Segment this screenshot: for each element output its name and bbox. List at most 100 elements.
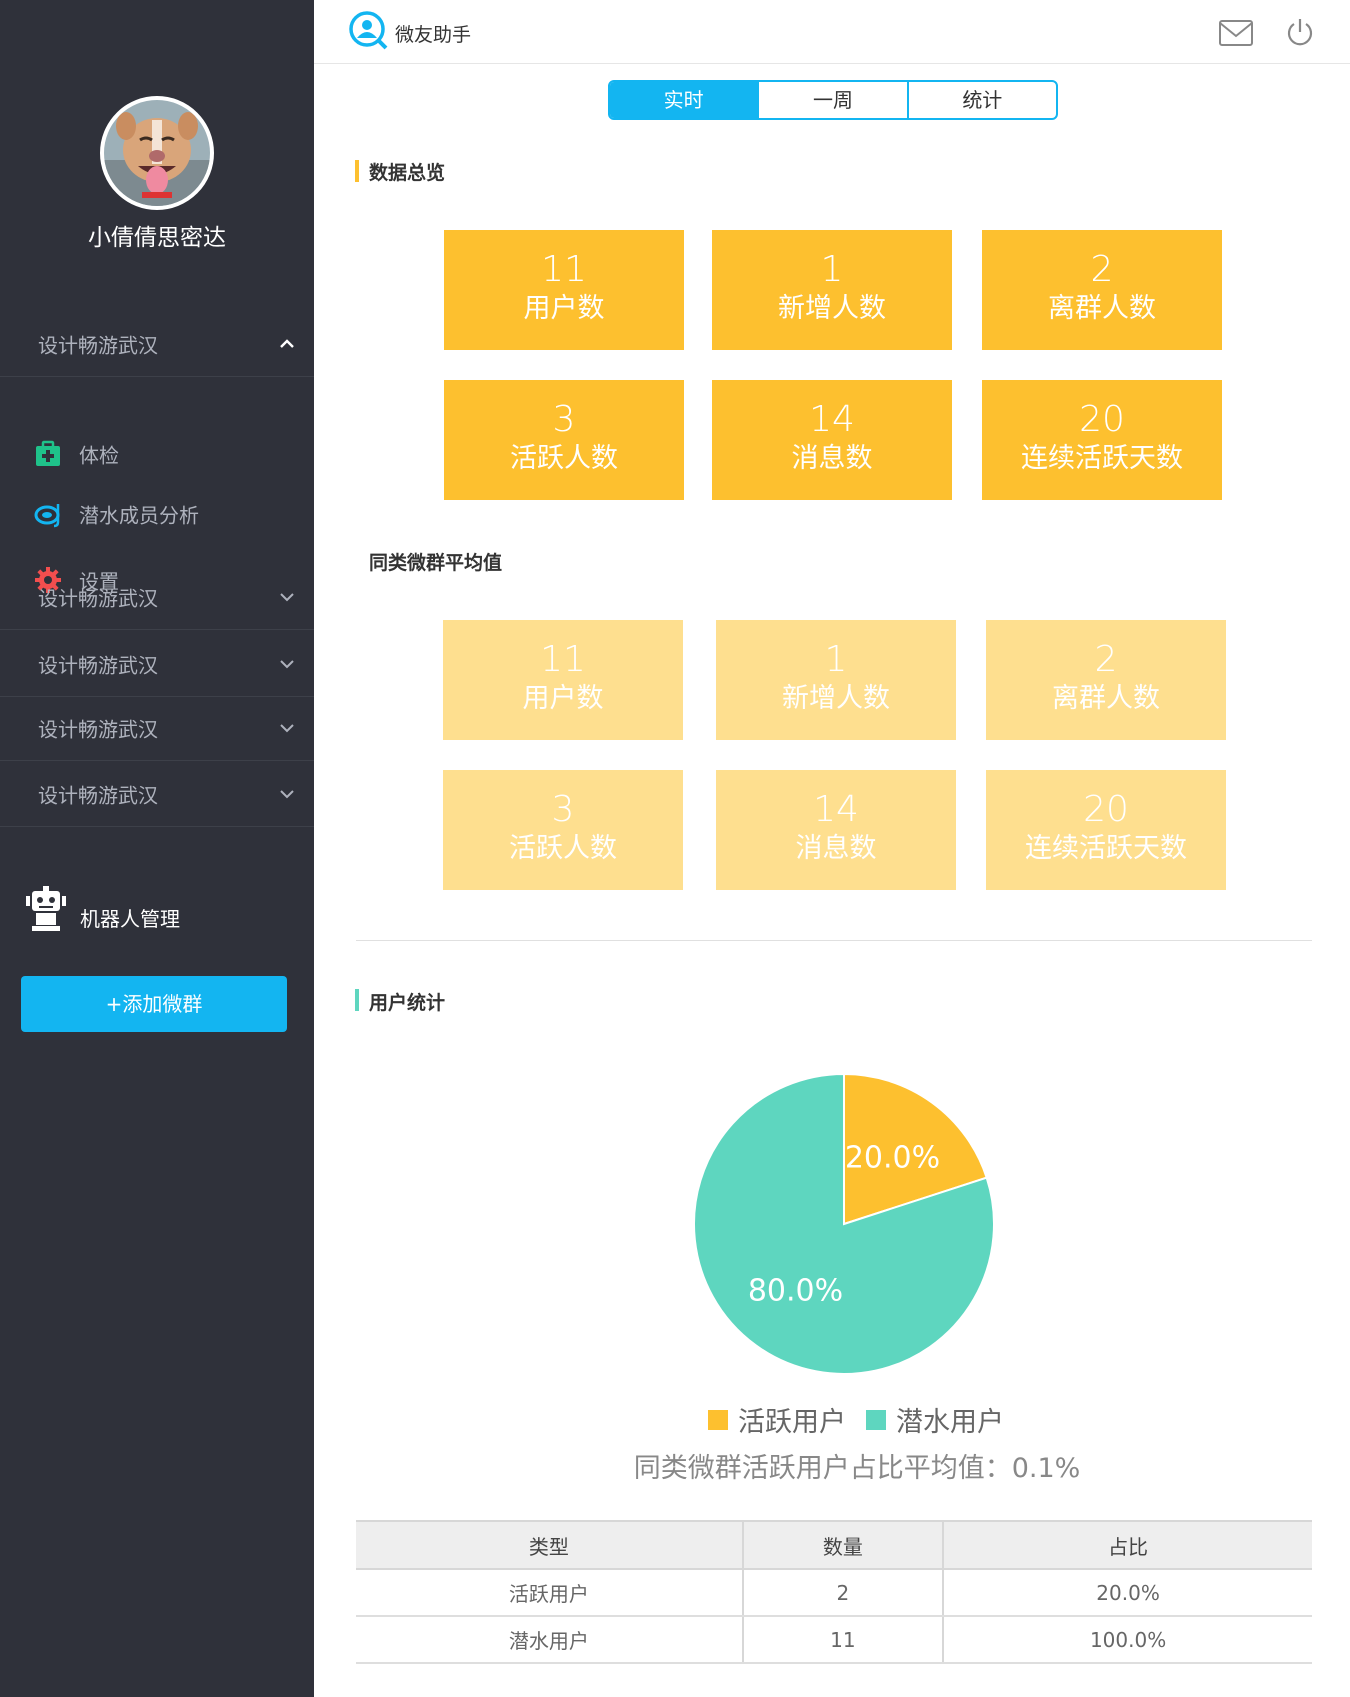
view-tabs: 实时 一周 统计 [608, 80, 1058, 120]
first-aid-icon [36, 440, 60, 466]
stat-label: 连续活跃天数 [1025, 833, 1187, 864]
table-cell: 20.0% [942, 1569, 1312, 1617]
stat-label: 用户数 [523, 293, 605, 324]
sidebar-item-checkup[interactable]: 体检 [0, 424, 314, 484]
table-cell: 100.0% [942, 1616, 1312, 1664]
table-cell: 2 [741, 1569, 944, 1617]
dog-avatar-image [104, 100, 210, 206]
average-title: 同类微群平均值 [369, 552, 503, 574]
avg-stat-card: 20 连续活跃天数 [986, 770, 1226, 890]
chevron-down-icon [280, 592, 294, 601]
stat-value: 20 [1083, 789, 1129, 830]
legend-swatch [866, 1409, 886, 1430]
chevron-down-icon [280, 659, 294, 668]
stat-value: 20 [1079, 399, 1125, 440]
pie-label-1: 80.0% [748, 1274, 843, 1309]
table-cell: 潜水用户 [356, 1616, 743, 1664]
nav-group-label: 设计畅游武汉 [38, 717, 158, 741]
robot-management-link[interactable]: 机器人管理 [80, 903, 180, 932]
stat-value: 3 [552, 399, 576, 440]
stat-value: 11 [541, 249, 587, 290]
stat-label: 新增人数 [782, 683, 890, 714]
stat-label: 用户数 [522, 683, 604, 714]
legend-label: 活跃用户 [738, 1407, 846, 1438]
pie-label-0: 20.0% [845, 1140, 940, 1175]
legend-swatch [708, 1409, 728, 1430]
stat-value: 3 [551, 789, 575, 830]
stat-card: 11 用户数 [444, 230, 684, 350]
table-cell: 活跃用户 [356, 1569, 743, 1617]
nav-group-label: 设计畅游武汉 [38, 653, 158, 677]
table-row: 潜水用户 11 100.0% [356, 1616, 1312, 1664]
table-row: 活跃用户 2 20.0% [356, 1569, 1312, 1617]
stat-label: 活跃人数 [510, 443, 618, 474]
stat-label: 消息数 [791, 443, 873, 474]
stat-card: 1 新增人数 [712, 230, 952, 350]
nav-group-5[interactable]: 设计畅游武汉 [0, 761, 314, 827]
tab-stats[interactable]: 统计 [909, 82, 1056, 118]
nav-group-label: 设计畅游武汉 [38, 333, 158, 357]
nav-group-1[interactable]: 设计畅游武汉 [0, 311, 314, 377]
stat-card: 3 活跃人数 [444, 380, 684, 500]
legend-item-active[interactable]: 活跃用户 [708, 1400, 846, 1439]
stat-label: 离群人数 [1048, 293, 1156, 324]
add-group-button[interactable]: +添加微群 [21, 976, 287, 1032]
tab-realtime[interactable]: 实时 [610, 82, 760, 118]
section-marker [355, 989, 359, 1011]
stat-value: 2 [1090, 249, 1114, 290]
app-title: 微友助手 [395, 24, 472, 46]
nav-group-3[interactable]: 设计畅游武汉 [0, 631, 314, 697]
mail-icon[interactable] [1218, 18, 1254, 48]
chevron-down-icon [280, 723, 294, 732]
stat-label: 新增人数 [778, 293, 886, 324]
stat-label: 活跃人数 [509, 833, 617, 864]
user-pie-chart: 20.0% 80.0% [693, 1072, 995, 1375]
legend-item-lurker[interactable]: 潜水用户 [866, 1400, 1004, 1439]
stat-label: 连续活跃天数 [1021, 443, 1183, 474]
table-header-row: 类型 数量 占比 [356, 1520, 1312, 1570]
logo-icon [349, 11, 388, 50]
nav-group-label: 设计畅游武汉 [38, 783, 158, 807]
average-note: 同类微群活跃用户占比平均值：0.1% [633, 1453, 1081, 1484]
diving-mask-icon [34, 504, 60, 528]
chevron-down-icon [280, 789, 294, 798]
stat-label: 消息数 [795, 833, 877, 864]
stat-value: 1 [820, 249, 844, 290]
chart-legend: 活跃用户 潜水用户 [708, 1400, 1024, 1439]
power-icon[interactable] [1284, 16, 1316, 48]
stat-value: 2 [1094, 639, 1118, 680]
stat-card: 14 消息数 [712, 380, 952, 500]
stat-value: 14 [813, 789, 859, 830]
avg-stat-card: 11 用户数 [443, 620, 683, 740]
avg-stat-card: 1 新增人数 [716, 620, 956, 740]
topbar: 微友助手 [314, 0, 1350, 64]
avg-stat-card: 2 离群人数 [986, 620, 1226, 740]
robot-icon [26, 886, 66, 931]
sidebar-item-diving-analysis[interactable]: 潜水成员分析 [0, 484, 314, 544]
user-stats-title: 用户统计 [369, 992, 446, 1014]
tab-week[interactable]: 一周 [759, 82, 909, 118]
sidebar-item-label: 潜水成员分析 [79, 503, 199, 528]
overview-title: 数据总览 [369, 162, 446, 184]
avg-stat-card: 14 消息数 [716, 770, 956, 890]
nav-group-label: 设计畅游武汉 [38, 586, 158, 610]
table-header: 占比 [942, 1520, 1312, 1570]
stat-card: 20 连续活跃天数 [982, 380, 1222, 500]
table-header: 类型 [356, 1520, 743, 1570]
divider [356, 940, 1312, 941]
sidebar-item-label: 体检 [79, 443, 119, 468]
avatar[interactable] [100, 96, 214, 210]
stat-value: 14 [809, 399, 855, 440]
legend-label: 潜水用户 [896, 1407, 1004, 1438]
table-cell: 11 [741, 1616, 944, 1664]
nav-group-4[interactable]: 设计畅游武汉 [0, 695, 314, 761]
sidebar: 小倩倩思密达 设计畅游武汉 体检 潜水成员分析 设置 设计畅游武汉 设计畅游武汉… [0, 0, 314, 1697]
stat-label: 离群人数 [1052, 683, 1160, 714]
chevron-up-icon [280, 338, 294, 348]
stat-card: 2 离群人数 [982, 230, 1222, 350]
stat-value: 1 [824, 639, 848, 680]
section-marker [355, 160, 359, 182]
user-stats-table: 类型 数量 占比 活跃用户 2 20.0% 潜水用户 11 100.0% [356, 1520, 1312, 1664]
nav-group-2[interactable]: 设计畅游武汉 [0, 564, 314, 630]
table-header: 数量 [741, 1520, 944, 1570]
